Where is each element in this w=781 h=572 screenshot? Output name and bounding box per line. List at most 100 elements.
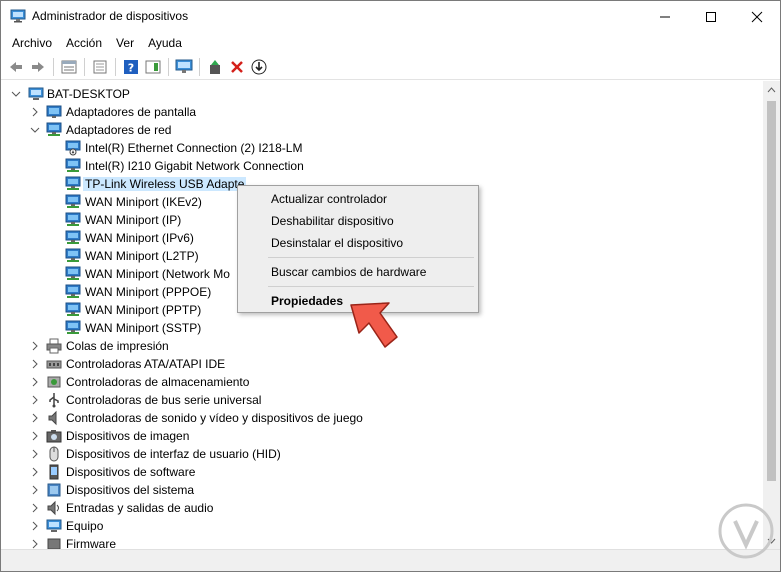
- scan-hardware-button[interactable]: [248, 56, 270, 78]
- tree-category[interactable]: Dispositivos del sistema: [1, 481, 741, 499]
- window-title: Administrador de dispositivos: [32, 9, 189, 23]
- menu-uninstall-device[interactable]: Desinstalar el dispositivo: [271, 236, 403, 250]
- chevron-right-icon[interactable]: [30, 539, 40, 549]
- vertical-scrollbar[interactable]: [763, 81, 780, 549]
- properties-button[interactable]: [89, 56, 111, 78]
- category-label: Dispositivos de imagen: [66, 429, 190, 443]
- network-adapter-icon: [65, 176, 81, 190]
- tree-category[interactable]: Controladoras de sonido y vídeo y dispos…: [1, 409, 741, 427]
- status-bar: [1, 549, 780, 571]
- network-adapter-icon: [65, 158, 81, 172]
- network-adapter-icon: [65, 194, 81, 208]
- tree-device[interactable]: Intel(R) I210 Gigabit Network Connection: [1, 157, 741, 175]
- menu-separator: [268, 257, 474, 258]
- menu-ayuda[interactable]: Ayuda: [141, 34, 189, 52]
- menu-update-driver[interactable]: Actualizar controlador: [271, 192, 387, 206]
- monitor-icon: [175, 59, 193, 73]
- network-adapter-icon: [65, 248, 81, 262]
- menu-accion[interactable]: Acción: [59, 34, 109, 52]
- category-label: Firmware: [66, 537, 116, 549]
- tree-category[interactable]: Entradas y salidas de audio: [1, 499, 741, 517]
- chevron-right-icon[interactable]: [30, 341, 40, 351]
- tree-category[interactable]: Controladoras de bus serie universal: [1, 391, 741, 409]
- device-manager-app-icon: [10, 9, 26, 23]
- chevron-down-icon[interactable]: [11, 89, 21, 99]
- device-label: Intel(R) I210 Gigabit Network Connection: [85, 159, 304, 173]
- scroll-thumb[interactable]: [767, 101, 776, 481]
- maximize-button[interactable]: [688, 1, 734, 32]
- device-label: TP-Link Wireless USB Adapte: [83, 177, 247, 191]
- storage-controller-icon: [47, 376, 61, 388]
- toolbar-separator: [53, 57, 54, 76]
- device-label: WAN Miniport (SSTP): [85, 321, 202, 335]
- network-adapter-icon: [65, 212, 81, 226]
- title-bar: Administrador de dispositivos: [1, 1, 780, 32]
- watermark-logo: [718, 503, 774, 559]
- uninstall-button[interactable]: [226, 56, 248, 78]
- chevron-right-icon[interactable]: [30, 395, 40, 405]
- update-driver-icon: [210, 59, 220, 74]
- chevron-right-icon[interactable]: [30, 485, 40, 495]
- chevron-right-icon[interactable]: [30, 107, 40, 117]
- network-adapter-icon: [65, 320, 81, 334]
- chevron-right-icon[interactable]: [30, 431, 40, 441]
- tree-device[interactable]: Intel(R) Ethernet Connection (2) I218-LM: [1, 139, 741, 157]
- chevron-right-icon[interactable]: [30, 503, 40, 513]
- device-manager-window: Administrador de dispositivos Archivo Ac…: [0, 0, 781, 572]
- menu-ver[interactable]: Ver: [109, 34, 141, 52]
- network-adapter-icon: [65, 302, 81, 316]
- ide-controller-icon: [46, 360, 62, 369]
- menu-bar: Archivo Acción Ver Ayuda: [1, 32, 780, 54]
- category-label: Adaptadores de red: [66, 123, 172, 137]
- tree-category[interactable]: Dispositivos de imagen: [1, 427, 741, 445]
- close-button[interactable]: [734, 1, 780, 32]
- tree-category-network[interactable]: Adaptadores de red: [1, 121, 741, 139]
- monitor-button[interactable]: [173, 56, 195, 78]
- device-label: WAN Miniport (Network Mo: [85, 267, 230, 281]
- pointer-arrow-icon: [350, 302, 398, 348]
- tree-category[interactable]: Controladoras ATA/ATAPI IDE: [1, 355, 741, 373]
- chevron-right-icon[interactable]: [30, 449, 40, 459]
- tree-category[interactable]: Dispositivos de interfaz de usuario (HID…: [1, 445, 741, 463]
- menu-disable-device[interactable]: Deshabilitar dispositivo: [271, 214, 394, 228]
- tree-category[interactable]: Firmware: [1, 535, 741, 549]
- camera-icon: [46, 430, 62, 443]
- speaker-icon: [48, 410, 57, 426]
- device-label: WAN Miniport (IKEv2): [85, 195, 202, 209]
- properties-list-icon: [61, 60, 77, 73]
- device-label: WAN Miniport (IP): [85, 213, 182, 227]
- category-label: Equipo: [66, 519, 104, 533]
- printer-icon: [46, 338, 62, 354]
- chevron-right-icon[interactable]: [30, 467, 40, 477]
- firmware-icon: [47, 538, 61, 549]
- scroll-up-button[interactable]: [763, 81, 780, 98]
- menu-separator: [268, 286, 474, 287]
- tree-category[interactable]: Equipo: [1, 517, 741, 535]
- tree-category[interactable]: Controladoras de almacenamiento: [1, 373, 741, 391]
- help-icon: ?: [124, 59, 138, 74]
- forward-button[interactable]: [27, 56, 49, 78]
- forward-arrow-icon: [32, 61, 44, 72]
- chevron-right-icon[interactable]: [30, 377, 40, 387]
- properties-icon: [93, 60, 107, 73]
- menu-properties[interactable]: Propiedades: [271, 294, 343, 308]
- chevron-right-icon[interactable]: [30, 413, 40, 423]
- scan-download-icon: [251, 59, 267, 74]
- minimize-button[interactable]: [642, 1, 688, 32]
- show-hide-tree-button[interactable]: [58, 56, 80, 78]
- tree-category[interactable]: Dispositivos de software: [1, 463, 741, 481]
- menu-scan-hardware[interactable]: Buscar cambios de hardware: [271, 265, 426, 279]
- tree-category-display[interactable]: Adaptadores de pantalla: [1, 103, 741, 121]
- action-pane-button[interactable]: [142, 56, 164, 78]
- tree-root[interactable]: BAT-DESKTOP: [1, 85, 741, 103]
- help-button[interactable]: ?: [120, 56, 142, 78]
- chevron-down-icon[interactable]: [30, 125, 40, 135]
- category-label: Dispositivos de interfaz de usuario (HID…: [66, 447, 281, 461]
- hid-icon: [49, 446, 59, 462]
- menu-archivo[interactable]: Archivo: [5, 34, 59, 52]
- chevron-right-icon[interactable]: [30, 521, 40, 531]
- chevron-right-icon[interactable]: [30, 359, 40, 369]
- computer-icon: [28, 87, 44, 100]
- update-driver-button[interactable]: [204, 56, 226, 78]
- back-button[interactable]: [5, 56, 27, 78]
